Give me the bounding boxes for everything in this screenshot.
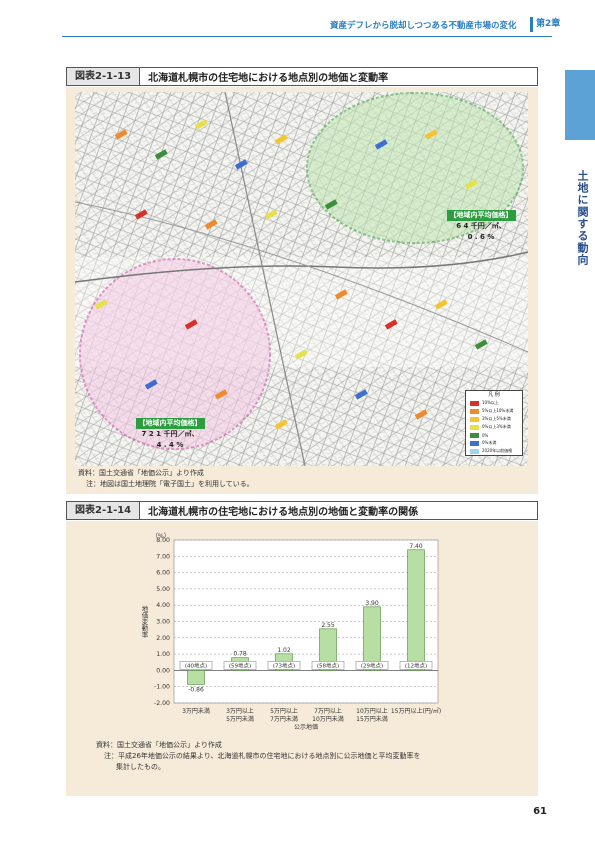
y-tick-label: 2.00 bbox=[156, 635, 170, 642]
legend-swatch bbox=[470, 440, 479, 446]
y-tick-label: 0.00 bbox=[156, 667, 170, 674]
figure2-title-bar: 図表2-1-14 北海道札幌市の住宅地における地点別の地価と変動率の関係 bbox=[66, 501, 538, 520]
map-graphic bbox=[75, 92, 528, 466]
running-header: 資産デフレから脱却しつつある不動産市場の変化 bbox=[330, 17, 545, 33]
chapter-label: 第2章 bbox=[530, 17, 595, 32]
x-tick-label: 10万円未満 bbox=[312, 715, 344, 723]
bar-value-label: 0.78 bbox=[233, 651, 247, 658]
x-axis-label: 公示地価 bbox=[294, 723, 318, 730]
x-tick-label: 7万円未満 bbox=[270, 715, 298, 723]
legend-item: 3%以上5%未満 bbox=[466, 415, 522, 423]
bar-value-label: 2.55 bbox=[321, 622, 335, 629]
map-label-pink-area: 【地域内平均価格】 7 2 1 千円／㎡、 4 . 4 % bbox=[122, 418, 218, 451]
legend-label: 3%以上5%未満 bbox=[482, 416, 511, 421]
bar-value-label: 7.40 bbox=[409, 543, 423, 550]
legend-item: 10%以上 bbox=[466, 399, 522, 407]
legend-item: 0%未満 bbox=[466, 439, 522, 447]
y-tick-label: -1.00 bbox=[154, 684, 170, 691]
bar-value-label: -0.86 bbox=[188, 686, 204, 693]
header-title: 資産デフレから脱却しつつある不動産市場の変化 bbox=[330, 21, 517, 31]
bar-value-label: 1.02 bbox=[277, 647, 291, 654]
bar bbox=[363, 606, 381, 671]
x-tick-label: 7万円以上 bbox=[314, 707, 342, 715]
map-image bbox=[75, 92, 528, 466]
bar-count-label: (29地点) bbox=[361, 661, 383, 669]
bar-count-label: (58地点) bbox=[317, 661, 339, 669]
map-label-green-area: 【地域内平均価格】 6 4 千円／㎡、 0 . 6 % bbox=[438, 210, 524, 243]
page-number: 61 bbox=[533, 806, 547, 817]
legend-swatch bbox=[470, 408, 479, 414]
legend-item: 0%以上3%未満 bbox=[466, 423, 522, 431]
map-legend: 凡 例 10%以上 5%以上10%未満 3%以上5%未満 0%以上3%未満 0% 0%未満… bbox=[465, 390, 523, 456]
y-tick-label: 4.00 bbox=[156, 602, 170, 609]
legend-label: 5%以上10%未満 bbox=[482, 408, 514, 413]
y-tick-label: 6.00 bbox=[156, 570, 170, 577]
header-rule bbox=[62, 36, 552, 37]
bar bbox=[407, 549, 425, 671]
y-tick-label: -2.00 bbox=[154, 700, 170, 707]
figure1-number: 図表2-1-13 bbox=[67, 68, 141, 85]
y-axis-label: 地価変動率 bbox=[140, 604, 148, 639]
legend-label: 0%以上3%未満 bbox=[482, 424, 511, 429]
side-tab-text: 土地に関する動向 bbox=[576, 170, 589, 266]
figure2-source: 資料：国土交通省「地価公示」より作成 bbox=[96, 741, 222, 749]
legend-swatch bbox=[470, 400, 479, 406]
figure1-title: 北海道札幌市の住宅地における地点別の地価と変動率 bbox=[148, 73, 389, 84]
y-tick-label: 8.00 bbox=[156, 537, 170, 544]
legend-swatch bbox=[470, 448, 479, 454]
legend-label: 2020年以前価格 bbox=[482, 448, 513, 453]
legend-label: 10%以上 bbox=[482, 400, 499, 405]
legend-title: 凡 例 bbox=[488, 392, 500, 398]
x-tick-label: 10万円以上 bbox=[356, 707, 388, 715]
y-tick-label: 1.00 bbox=[156, 651, 170, 658]
legend-item: 5%以上10%未満 bbox=[466, 407, 522, 415]
bar-value-label: 3.90 bbox=[365, 600, 379, 607]
figure1-title-bar: 図表2-1-13 北海道札幌市の住宅地における地点別の地価と変動率 bbox=[66, 67, 538, 86]
legend-item: 2020年以前価格 bbox=[466, 447, 522, 455]
bar-chart: （%）8.007.006.005.004.003.002.001.000.00-… bbox=[140, 533, 441, 730]
bar-count-label: (73地点) bbox=[273, 661, 295, 669]
x-tick-label: 15万円未満 bbox=[356, 715, 388, 723]
x-tick-label: 5万円未満 bbox=[226, 715, 254, 723]
x-tick-label: 3万円未満 bbox=[182, 707, 210, 715]
x-tick-label: 15万円以上(円/㎡) bbox=[391, 707, 441, 715]
x-tick-label: 5万円以上 bbox=[270, 707, 298, 715]
legend-label: 0%未満 bbox=[482, 440, 497, 445]
chapter-side-tab bbox=[565, 70, 595, 140]
y-tick-label: 3.00 bbox=[156, 619, 170, 626]
figure2-note-line1: 注：平成26年地価公示の結果より、北海道札幌市の住宅地における地点別に公示地価と… bbox=[104, 752, 421, 760]
figure2-title: 北海道札幌市の住宅地における地点別の地価と変動率の関係 bbox=[148, 507, 419, 518]
legend-swatch bbox=[470, 424, 479, 430]
legend-swatch bbox=[470, 416, 479, 422]
bar bbox=[187, 670, 205, 685]
y-tick-label: 7.00 bbox=[156, 553, 170, 560]
figure2-number: 図表2-1-14 bbox=[67, 502, 141, 519]
x-tick-label: 3万円以上 bbox=[226, 707, 254, 715]
bar-count-label: (59地点) bbox=[229, 661, 251, 669]
y-tick-label: 5.00 bbox=[156, 586, 170, 593]
figure1-note: 注：地図は国土地理院「電子国土」を利用している。 bbox=[86, 480, 254, 488]
legend-item: 0% bbox=[466, 431, 522, 439]
bar-count-label: (12地点) bbox=[405, 661, 427, 669]
figure2-note-line2: 集計したもの。 bbox=[116, 763, 165, 771]
legend-swatch bbox=[470, 432, 479, 438]
bar-count-label: (40地点) bbox=[185, 661, 207, 669]
legend-label: 0% bbox=[482, 432, 489, 438]
figure1-source: 資料：国土交通省「地価公示」より作成 bbox=[78, 469, 204, 477]
